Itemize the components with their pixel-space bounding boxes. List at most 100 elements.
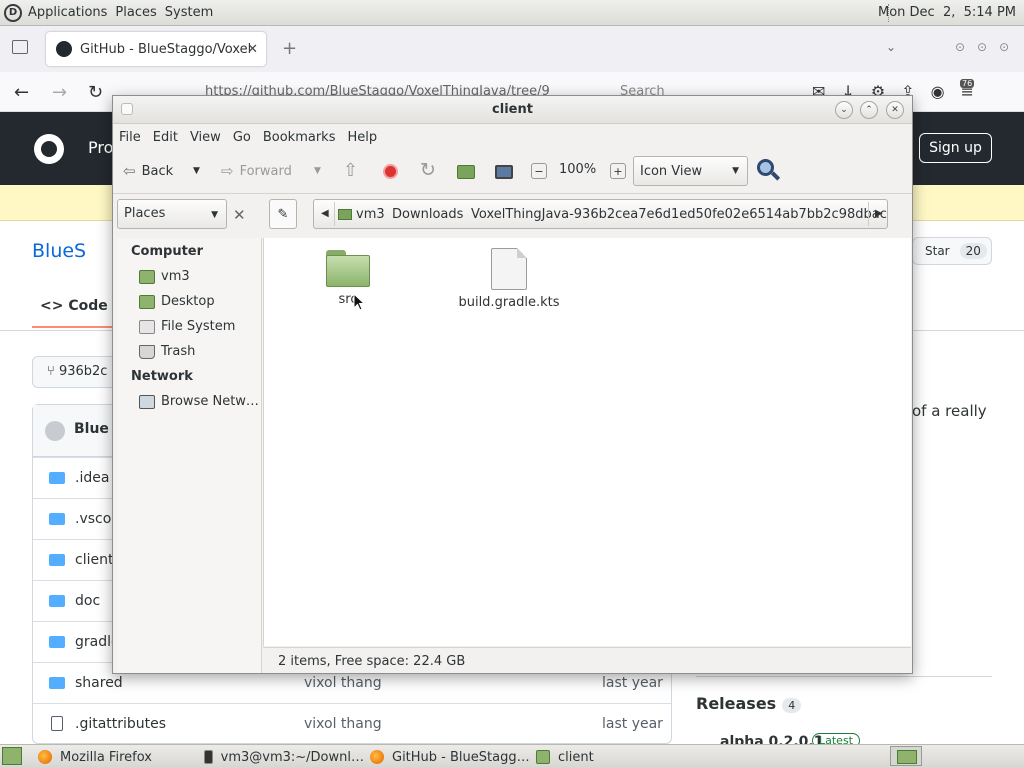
folder-icon xyxy=(536,750,550,764)
forward-arrow-icon[interactable]: → xyxy=(52,82,67,103)
system-menu[interactable]: System xyxy=(161,5,217,20)
forward-history-dropdown[interactable]: ▼ xyxy=(314,166,321,176)
path-scroll-right-icon[interactable]: ▶ xyxy=(875,208,883,219)
close-icon[interactable]: ✕ xyxy=(886,101,904,119)
tab-list-icon[interactable] xyxy=(12,40,28,54)
maximize-icon[interactable]: ⌃ xyxy=(860,101,878,119)
releases-heading[interactable]: Releases 4 xyxy=(696,694,802,713)
places-sidebar: Computer vm3 Desktop File System Trash N… xyxy=(117,238,262,673)
branch-selector[interactable]: ⑂ 936b2c xyxy=(32,356,122,388)
minimize-icon[interactable]: ⌄ xyxy=(835,101,853,119)
star-button[interactable]: Star 20 xyxy=(912,237,992,265)
panel-menus: D Applications Places System xyxy=(4,3,217,22)
home-button[interactable] xyxy=(457,165,475,179)
show-desktop-icon[interactable] xyxy=(2,747,22,765)
tab-code[interactable]: <> Code xyxy=(40,298,108,314)
firefox-tab-github[interactable]: GitHub - BlueStaggo/Voxel ✕ xyxy=(46,32,266,66)
firefox-icon xyxy=(38,750,52,764)
menu-go[interactable]: Go xyxy=(227,130,257,145)
reload-icon[interactable]: ↻ xyxy=(420,159,436,181)
workspace-switcher[interactable] xyxy=(890,746,922,766)
search-button[interactable] xyxy=(757,159,781,183)
back-arrow-icon[interactable]: ← xyxy=(14,82,29,103)
menu-edit[interactable]: Edit xyxy=(147,130,184,145)
path-segment-repo[interactable]: VoxelThingJava-936b2cea7e6d1ed50fe02e651… xyxy=(471,207,887,222)
sidebar-item-desktop[interactable]: Desktop xyxy=(139,294,215,309)
file-icon xyxy=(51,716,63,731)
firefox-window-controls[interactable]: ⊙⊙⊙ xyxy=(955,40,1021,54)
sidebar-type-select[interactable]: Places ▼ xyxy=(117,199,227,229)
home-folder-icon xyxy=(338,209,352,220)
text-file-icon xyxy=(491,248,527,290)
close-sidebar-icon[interactable]: ✕ xyxy=(233,206,246,224)
back-history-dropdown[interactable]: ▼ xyxy=(193,166,200,176)
file-item-folder[interactable]: src xyxy=(308,250,388,307)
path-divider xyxy=(334,202,335,226)
new-tab-icon[interactable]: + xyxy=(282,38,297,59)
places-menu[interactable]: Places xyxy=(111,5,160,20)
sidebar-item-filesystem[interactable]: File System xyxy=(139,319,235,334)
taskbar-item-label: Mozilla Firefox xyxy=(60,749,152,765)
sidebar-item-label: vm3 xyxy=(161,269,190,284)
table-row[interactable]: .gitattributes vixol thang last year xyxy=(33,703,671,744)
view-mode-select[interactable]: Icon View ▼ xyxy=(633,156,748,186)
tab-title: GitHub - BlueStaggo/Voxel xyxy=(80,41,252,57)
view-mode-value: Icon View xyxy=(640,163,703,179)
sidebar-item-browse-network[interactable]: Browse Netw… xyxy=(139,394,259,409)
clock[interactable]: Mon Dec 2, 5:14 PM xyxy=(878,5,1016,20)
menu-help[interactable]: Help xyxy=(341,130,383,145)
file-name[interactable]: .gitattributes xyxy=(75,716,166,732)
file-name[interactable]: client xyxy=(75,552,113,568)
file-name[interactable]: shared xyxy=(75,675,123,691)
commit-message[interactable]: vixol thang xyxy=(304,716,382,732)
back-button[interactable]: ⇦ Back xyxy=(123,162,173,180)
zoom-level: 100% xyxy=(559,162,597,177)
close-tab-icon[interactable]: ✕ xyxy=(247,42,258,57)
path-segment-downloads[interactable]: Downloads xyxy=(392,207,463,222)
github-header-menu[interactable]: Pro xyxy=(88,138,113,157)
search-icon-handle xyxy=(770,171,781,181)
zoom-out-button[interactable]: − xyxy=(531,163,547,179)
sidebar-item-trash[interactable]: Trash xyxy=(139,344,195,359)
file-name[interactable]: .idea xyxy=(75,470,109,486)
taskbar-item-github[interactable]: GitHub - BlueStagg… xyxy=(370,747,530,767)
sidebar-heading-computer: Computer xyxy=(131,244,204,259)
menu-file[interactable]: File xyxy=(113,130,147,145)
computer-button[interactable] xyxy=(495,165,513,179)
commit-message[interactable]: vixol thang xyxy=(304,675,382,691)
about-description: of a really xyxy=(912,402,987,420)
file-item-file[interactable]: build.gradle.kts xyxy=(454,248,564,310)
forward-button[interactable]: ⇨ Forward xyxy=(221,162,292,180)
signup-button[interactable]: Sign up xyxy=(919,133,992,163)
applications-menu[interactable]: Applications xyxy=(24,5,111,20)
menu-view[interactable]: View xyxy=(184,130,227,145)
zoom-in-button[interactable]: + xyxy=(610,163,626,179)
chevron-down-icon[interactable]: ⌄ xyxy=(886,40,896,54)
edit-location-button[interactable]: ✎ xyxy=(269,199,297,229)
path-scroll-left-icon[interactable]: ◀ xyxy=(321,208,329,219)
chevron-down-icon: ▼ xyxy=(732,166,739,176)
taskbar-item-client[interactable]: client xyxy=(536,747,686,767)
window-titlebar[interactable]: client ⌄ ⌃ ✕ xyxy=(113,96,912,124)
firefox-icon xyxy=(370,750,384,764)
path-segment-home[interactable]: vm3 xyxy=(338,207,385,222)
folder-icon xyxy=(49,595,65,607)
file-name[interactable]: doc xyxy=(75,593,100,609)
avatar[interactable] xyxy=(45,421,65,441)
distro-logo-icon[interactable]: D xyxy=(4,3,22,22)
path-bar: ◀ vm3 Downloads VoxelThingJava-936b2cea7… xyxy=(313,199,888,229)
location-bar: Places ▼ ✕ ✎ ◀ vm3 Downloads VoxelThingJ… xyxy=(113,194,912,236)
taskbar-item-firefox[interactable]: Mozilla Firefox xyxy=(38,747,188,767)
taskbar-item-terminal[interactable]: vm3@vm3:~/Downl… xyxy=(204,747,364,767)
sidebar-item-home[interactable]: vm3 xyxy=(139,269,190,284)
menu-bookmarks[interactable]: Bookmarks xyxy=(257,130,342,145)
reload-icon[interactable]: ↻ xyxy=(88,82,103,103)
file-item-label: src xyxy=(338,292,358,307)
up-arrow-icon[interactable]: ⇧ xyxy=(343,160,358,181)
sidebar-item-label: File System xyxy=(161,319,236,334)
sidebar-item-label: Browse Netw… xyxy=(161,394,259,409)
toolbar: ⇦ Back ▼ ⇨ Forward ▼ ⇧ ↻ − 100% + Icon V… xyxy=(113,150,912,194)
github-logo-icon[interactable] xyxy=(34,134,64,164)
stop-button[interactable] xyxy=(383,164,398,179)
repo-name-link[interactable]: BlueS xyxy=(32,240,86,262)
